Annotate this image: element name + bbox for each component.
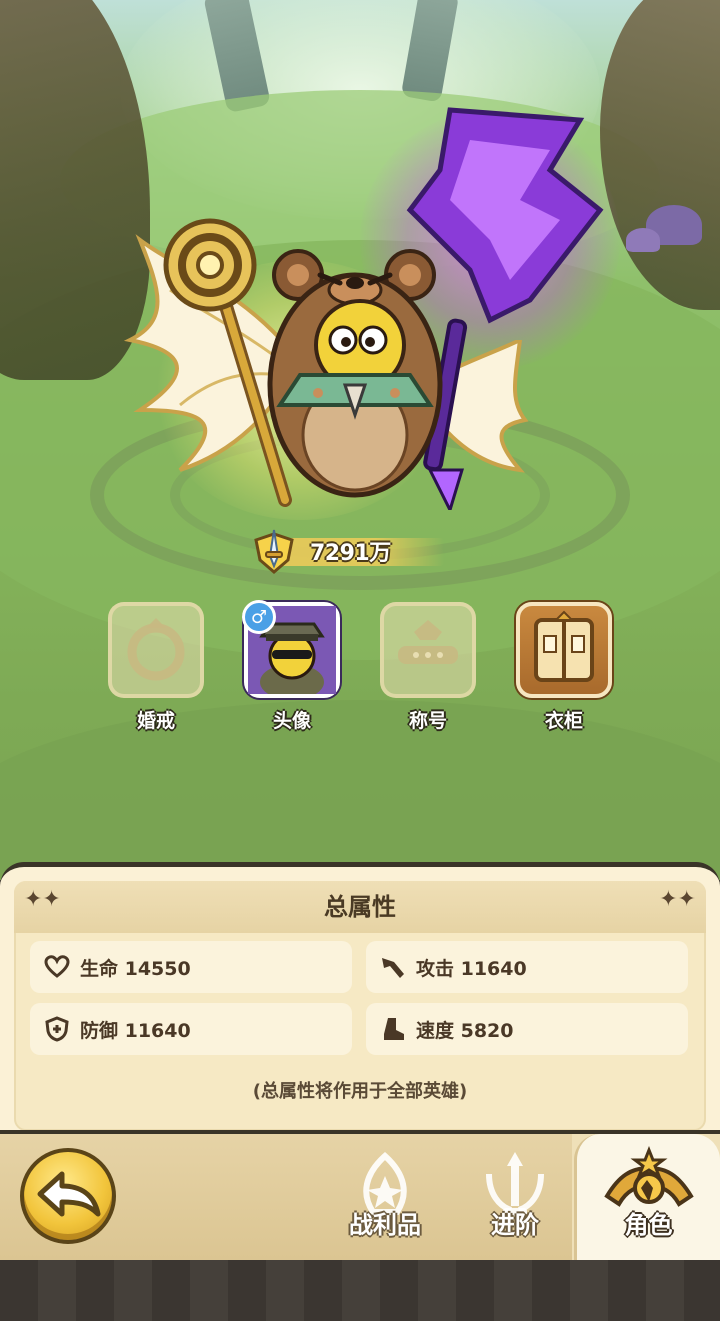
tab-loot[interactable]: 战利品 [330, 1134, 440, 1260]
back-button[interactable] [20, 1148, 116, 1244]
character-scene: 7291万 婚戒 ♂ 头像 称号 衣柜 [0, 0, 720, 880]
ring-icon [127, 618, 185, 681]
shield-icon [45, 1016, 69, 1042]
avatar-slot-box[interactable]: ♂ [242, 600, 340, 700]
attack-icon [382, 958, 404, 978]
tree-right [600, 0, 720, 310]
title-slot-box[interactable] [380, 602, 476, 698]
bottom-nav: 战利品 进阶 角色 [0, 1130, 720, 1260]
slot-wardrobe[interactable]: 衣柜 [516, 602, 612, 733]
stat-attack-text: 攻击 11640 [416, 957, 527, 980]
heart-icon [44, 955, 70, 978]
stat-speed: 速度 5820 [366, 1003, 688, 1055]
back-arrow-icon [37, 1171, 101, 1217]
panel-note: (总属性将作用于全部英雄) [252, 1081, 468, 1102]
male-gender-icon: ♂ [242, 600, 276, 634]
stat-attack: 攻击 11640 [366, 941, 688, 993]
total-attributes-panel: ✦✦ ✦✦ 总属性 生命 14550 攻击 11640 防御 11640 速度 … [0, 862, 720, 1137]
slot-label-title: 称号 [408, 710, 447, 732]
power-value: 7291万 [310, 541, 391, 566]
power-sword-icon [254, 529, 294, 574]
wardrobe-icon [534, 610, 594, 682]
title-banner-icon [398, 620, 458, 664]
boot-icon [384, 1018, 404, 1040]
stat-defense: 防御 11640 [30, 1003, 352, 1055]
stat-defense-text: 防御 11640 [80, 1019, 191, 1042]
stat-hp: 生命 14550 [30, 941, 352, 993]
stat-speed-text: 速度 5820 [416, 1019, 514, 1042]
tab-loot-label: 战利品 [349, 1211, 421, 1239]
slot-ring[interactable]: 婚戒 [108, 602, 204, 733]
combat-power: 7291万 [252, 526, 444, 576]
bear-costume-icon [267, 249, 443, 498]
tab-advance-label: 进阶 [491, 1211, 539, 1239]
stat-hp-text: 生命 14550 [80, 957, 191, 980]
slot-label-avatar: 头像 [272, 710, 311, 732]
tab-character-label: 角色 [624, 1211, 673, 1239]
wardrobe-slot-box[interactable] [516, 602, 612, 698]
footer-strip [0, 1260, 720, 1321]
slot-title[interactable]: 称号 [380, 602, 476, 733]
panel-title: 总属性 [324, 893, 396, 921]
tab-character[interactable]: 角色 [574, 1134, 720, 1260]
slot-avatar[interactable]: ♂ 头像 [242, 600, 340, 733]
mushroom [626, 228, 660, 252]
hero-character[interactable] [110, 90, 620, 520]
tab-advance[interactable]: 进阶 [460, 1134, 570, 1260]
slot-label-ring: 婚戒 [136, 710, 175, 732]
slot-label-wardrobe: 衣柜 [544, 710, 583, 732]
ring-slot-box[interactable] [108, 602, 204, 698]
